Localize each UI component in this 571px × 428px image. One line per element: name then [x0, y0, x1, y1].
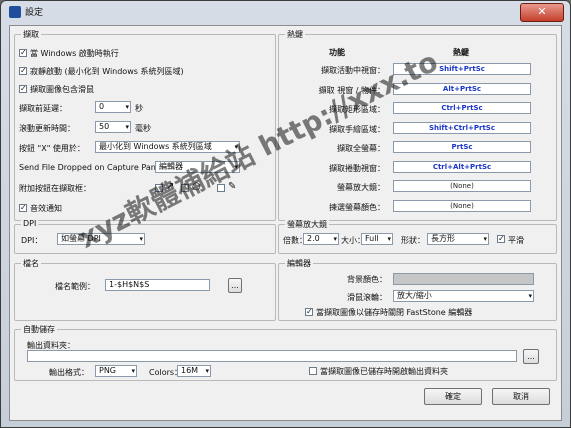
scroll-label: 滾動更新時間：: [19, 124, 75, 133]
app-icon: [9, 6, 21, 18]
magnifier-group-title: 螢幕放大鏡: [285, 219, 329, 230]
autosave-group: 自動儲存 輸出資料夾： ... 輸出格式： PNG ▾ Colors： 16M ▾ …: [14, 324, 557, 381]
hotkey-field[interactable]: Shift+Ctrl+PrtSc: [393, 122, 531, 134]
chevron-down-icon: ▾: [125, 103, 129, 111]
hotkey-field[interactable]: Ctrl+PrtSc: [393, 102, 531, 114]
chevron-down-icon: ▾: [205, 367, 209, 375]
delay-select[interactable]: 0 ▾: [95, 101, 131, 113]
bg-color-swatch[interactable]: [393, 273, 534, 285]
include-cursor-label: 擷取圖像包含滑鼠: [30, 85, 94, 94]
dpi-label: DPI：: [21, 236, 43, 245]
dpi-group-title: DPI: [21, 219, 39, 228]
capture-group-title: 擷取: [21, 29, 41, 40]
scroll-unit: 毫秒: [135, 124, 151, 133]
close-button[interactable]: ✕: [520, 3, 564, 22]
delay-unit: 秒: [135, 104, 143, 113]
hotkey-field[interactable]: Ctrl+Alt+PrtSc: [393, 161, 531, 173]
dpi-group: DPI DPI： 如螢幕 DPI ▾: [14, 219, 276, 254]
output-format-value: PNG: [99, 366, 117, 375]
silent-start-label: 寂靜啟動 (最小化到 Windows 系統列區域): [30, 67, 184, 76]
smooth-label: 平滑: [508, 236, 524, 245]
hotkey-label: 螢幕放大鏡：: [337, 183, 385, 192]
mouse-wheel-label: 滑鼠滾輪：: [347, 293, 387, 302]
editor-group-title: 編輯器: [285, 258, 313, 269]
settings-window: 設定 ✕ 擷取 ✓ 當 Windows 啟動時執行 ✓ 寂靜啟動 (最小化到 W…: [0, 0, 571, 428]
hotkey-label: 揀選螢幕顏色：: [329, 203, 385, 212]
ratio-select[interactable]: 2.0 ▾: [303, 233, 339, 245]
shape-select[interactable]: 長方形 ▾: [427, 233, 489, 245]
x-button-label: 按鈕 "X" 使用於：: [19, 144, 85, 153]
chevron-down-icon: ▾: [333, 235, 337, 243]
output-format-select[interactable]: PNG ▾: [95, 365, 137, 377]
title-bar: 設定 ✕: [1, 1, 570, 23]
mouse-wheel-select[interactable]: 放大/縮小 ▾: [393, 290, 534, 302]
editor-group: 編輯器 背景顏色： 滑鼠滾輪： 放大/縮小 ▾ ✓ 當擷取圖像以儲存時關閉 Fas…: [278, 258, 557, 321]
hotkey-label: 擷取捲動視窗：: [329, 164, 385, 173]
chevron-down-icon: ▾: [483, 235, 487, 243]
close-editor-label: 當擷取圖像以儲存時關閉 FastStone 編輯器: [316, 308, 473, 317]
sound-label: 音效通知: [30, 204, 62, 213]
include-cursor-checkbox[interactable]: ✓: [19, 85, 27, 93]
chevron-down-icon: ▾: [139, 235, 143, 243]
chevron-down-icon: ▾: [125, 123, 129, 131]
filename-group-title: 檔名: [21, 258, 41, 269]
shape-label: 形狀：: [401, 236, 425, 245]
output-format-label: 輸出格式：: [49, 368, 89, 377]
chevron-down-icon: ▾: [387, 235, 391, 243]
chevron-down-icon: ▾: [131, 367, 135, 375]
filename-label: 檔名範例：: [55, 282, 95, 291]
open-folder-checkbox[interactable]: [309, 367, 317, 375]
smooth-checkbox[interactable]: ✓: [497, 235, 505, 243]
open-folder-label: 當擷取圖像已儲存時開啟輸出資料夾: [320, 367, 448, 376]
size-value: Full: [365, 234, 379, 243]
delay-label: 擷取前延遲：: [19, 104, 67, 113]
silent-start-checkbox[interactable]: ✓: [19, 67, 27, 75]
hotkey-field[interactable]: (None): [393, 180, 531, 192]
filename-browse-button[interactable]: ...: [228, 278, 242, 293]
magnifier-group: 螢幕放大鏡 倍數： 2.0 ▾ 大小： Full ▾ 形狀： 長方形 ▾ ✓ 平滑: [278, 219, 557, 254]
output-folder-input[interactable]: [27, 350, 517, 362]
bg-color-label: 背景顏色：: [347, 275, 387, 284]
ratio-value: 2.0: [307, 234, 320, 243]
window-title: 設定: [25, 8, 44, 18]
hotkey-field[interactable]: PrtSc: [393, 141, 531, 153]
scroll-value: 50: [99, 122, 110, 131]
close-editor-checkbox[interactable]: ✓: [305, 308, 313, 316]
hotkeys-group-title: 熱鍵: [285, 29, 305, 40]
hotkey-field[interactable]: (None): [393, 200, 531, 212]
chevron-down-icon: ▾: [528, 292, 532, 300]
startup-label: 當 Windows 啟動時執行: [30, 49, 119, 58]
hotkeys-col-hotkey: 熱鍵: [453, 48, 469, 57]
scroll-select[interactable]: 50 ▾: [95, 121, 131, 133]
sound-checkbox[interactable]: ✓: [19, 204, 27, 212]
mouse-wheel-value: 放大/縮小: [397, 291, 432, 300]
autosave-group-title: 自動儲存: [21, 324, 57, 335]
cancel-button[interactable]: 取消: [492, 388, 550, 405]
filename-group: 檔名 檔名範例： 1-$H$N$S ...: [14, 258, 276, 321]
colors-select[interactable]: 16M ▾: [177, 365, 211, 377]
ok-button[interactable]: 確定: [424, 388, 482, 405]
output-browse-button[interactable]: ...: [523, 349, 539, 364]
delay-value: 0: [99, 102, 105, 111]
size-select[interactable]: Full ▾: [361, 233, 393, 245]
colors-value: 16M: [181, 366, 199, 375]
filename-input[interactable]: 1-$H$N$S: [105, 279, 210, 291]
x-button-value: 最小化到 Windows 系統列區域: [99, 142, 212, 151]
attach-label: 附加按鈕在擷取框：: [19, 184, 91, 193]
shape-value: 長方形: [431, 234, 455, 243]
startup-checkbox[interactable]: ✓: [19, 49, 27, 57]
hotkeys-col-function: 功能: [329, 48, 345, 57]
